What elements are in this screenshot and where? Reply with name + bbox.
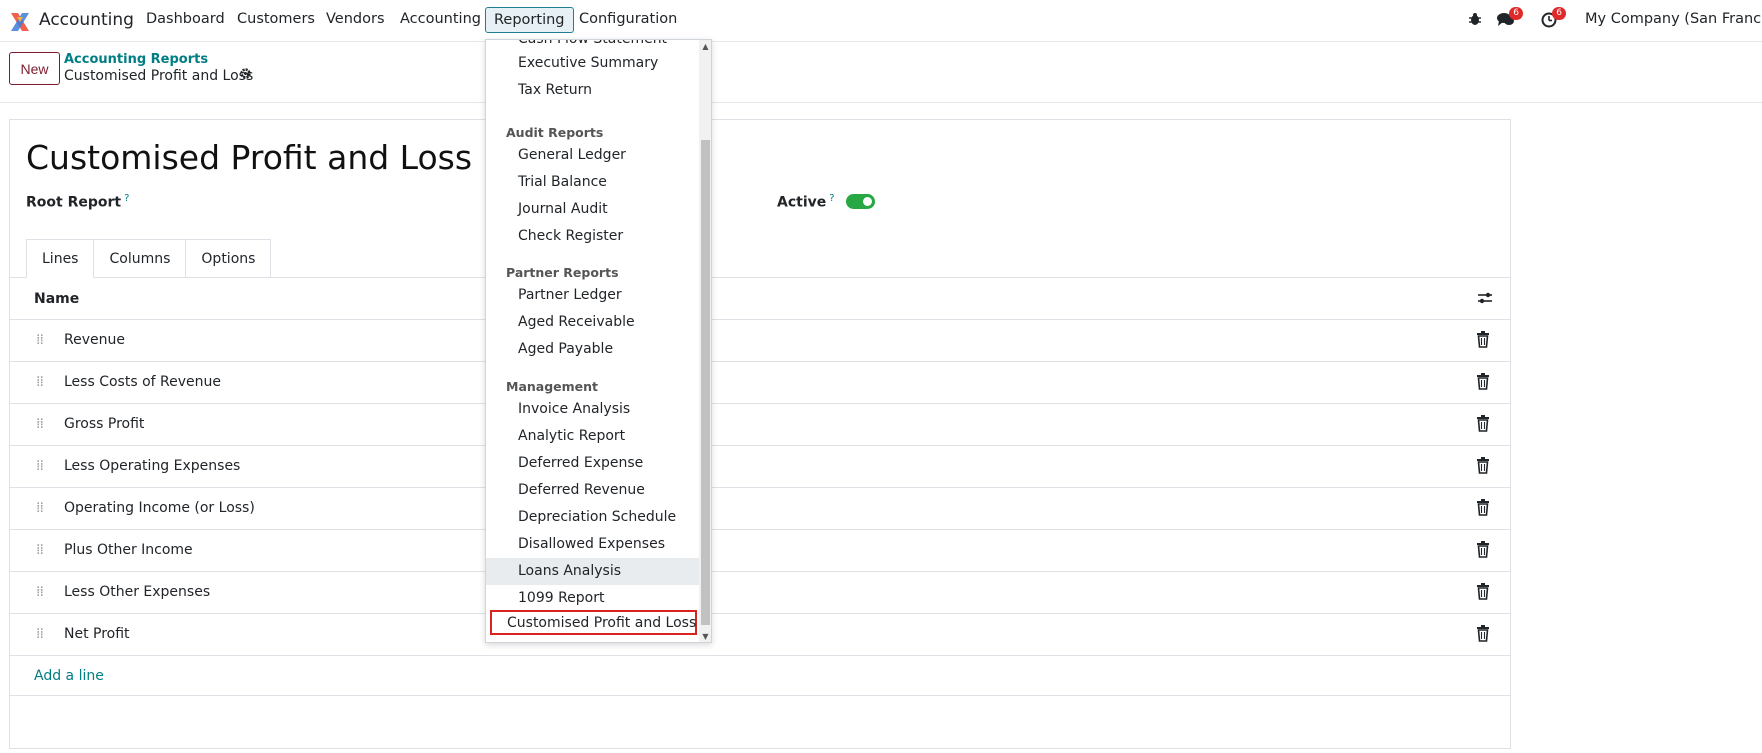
scroll-down-arrow-icon[interactable]: ▼ — [701, 632, 710, 641]
dropdown-item-1099-report[interactable]: 1099 Report — [486, 585, 699, 612]
activities-badge: 6 — [1552, 7, 1566, 20]
dropdown-item-customised-profit-and-loss[interactable]: Customised Profit and Loss — [490, 610, 697, 635]
add-line-link[interactable]: Add a line — [34, 668, 104, 684]
breadcrumb-current: Customised Profit and Loss — [64, 68, 254, 84]
dropdown-item-depreciation-schedule[interactable]: Depreciation Schedule — [486, 504, 699, 531]
scroll-up-arrow-icon[interactable]: ▲ — [701, 42, 710, 51]
active-label: Active? — [777, 193, 835, 211]
menu-reporting[interactable]: Reporting — [485, 7, 574, 33]
delete-trash-icon[interactable] — [1476, 373, 1490, 390]
notebook-tabs: Lines Columns Options — [26, 239, 272, 278]
dropdown-item-disallowed-expenses[interactable]: Disallowed Expenses — [486, 531, 699, 558]
line-name[interactable]: Plus Other Income — [64, 542, 193, 558]
line-name[interactable]: Net Profit — [64, 626, 130, 642]
table-row[interactable]: ⁞⁞ Revenue — [10, 320, 1510, 362]
dropdown-section-title: Partner Reports — [506, 265, 619, 280]
company-switcher[interactable]: My Company (San Francisco) — [1585, 11, 1762, 27]
app-name[interactable]: Accounting — [39, 10, 134, 30]
new-button[interactable]: New — [9, 52, 60, 85]
column-header-name[interactable]: Name — [34, 291, 79, 307]
tab-options[interactable]: Options — [185, 239, 272, 278]
messages-badge: 6 — [1509, 7, 1523, 20]
dropdown-item-analytic-report[interactable]: Analytic Report — [486, 423, 699, 450]
dropdown-item-loans-analysis[interactable]: Loans Analysis — [486, 558, 699, 585]
table-row[interactable]: ⁞⁞ Gross Profit — [10, 404, 1510, 446]
drag-handle-icon[interactable]: ⁞⁞ — [36, 584, 44, 600]
dropdown-item-executive-summary[interactable]: Executive Summary — [486, 50, 699, 77]
dropdown-item-invoice-analysis[interactable]: Invoice Analysis — [486, 396, 699, 423]
active-label-text: Active — [777, 194, 827, 211]
dropdown-item-partner-ledger[interactable]: Partner Ledger — [486, 282, 699, 309]
list-header: Name — [10, 278, 1510, 320]
debug-bug-icon[interactable] — [1468, 12, 1482, 30]
accounting-app-icon[interactable] — [9, 11, 31, 33]
line-name[interactable]: Operating Income (or Loss) — [64, 500, 255, 516]
table-row[interactable]: ⁞⁞ Less Operating Expenses — [10, 446, 1510, 488]
reporting-dropdown: Cash Flow Statement Executive Summary Ta… — [485, 39, 712, 643]
root-report-label-text: Root Report — [26, 194, 122, 211]
dropdown-item-deferred-expense[interactable]: Deferred Expense — [486, 450, 699, 477]
line-name[interactable]: Less Operating Expenses — [64, 458, 240, 474]
dropdown-item-trial-balance[interactable]: Trial Balance — [486, 169, 699, 196]
optional-columns-icon[interactable] — [1477, 291, 1493, 309]
delete-trash-icon[interactable] — [1476, 415, 1490, 432]
dropdown-scrollbar[interactable]: ▲ ▼ — [699, 40, 711, 642]
tab-columns[interactable]: Columns — [93, 239, 187, 278]
drag-handle-icon[interactable]: ⁞⁞ — [36, 626, 44, 642]
gear-icon[interactable] — [239, 67, 252, 84]
menu-configuration[interactable]: Configuration — [579, 11, 677, 27]
line-name[interactable]: Revenue — [64, 332, 125, 348]
tab-lines[interactable]: Lines — [26, 239, 95, 278]
dropdown-section-title: Management — [506, 379, 599, 394]
dropdown-item-deferred-revenue[interactable]: Deferred Revenue — [486, 477, 699, 504]
delete-trash-icon[interactable] — [1476, 583, 1490, 600]
control-panel-divider — [0, 102, 1762, 103]
dropdown-item-check-register[interactable]: Check Register — [486, 223, 699, 250]
dropdown-item-aged-receivable[interactable]: Aged Receivable — [486, 309, 699, 336]
messages-icon[interactable]: 6 — [1497, 7, 1523, 31]
drag-handle-icon[interactable]: ⁞⁞ — [36, 458, 44, 474]
menu-accounting[interactable]: Accounting — [400, 11, 481, 27]
line-name[interactable]: Gross Profit — [64, 416, 144, 432]
report-title[interactable]: Customised Profit and Loss — [26, 138, 472, 177]
active-toggle[interactable] — [846, 194, 875, 209]
line-name[interactable]: Less Other Expenses — [64, 584, 210, 600]
dropdown-section-title: Audit Reports — [506, 125, 604, 140]
dropdown-item-journal-audit[interactable]: Journal Audit — [486, 196, 699, 223]
delete-trash-icon[interactable] — [1476, 457, 1490, 474]
table-row[interactable]: ⁞⁞ Plus Other Income — [10, 530, 1510, 572]
list-bottom-divider — [10, 695, 1510, 696]
delete-trash-icon[interactable] — [1476, 625, 1490, 642]
root-report-label: Root Report? — [26, 193, 129, 211]
scrollbar-thumb[interactable] — [701, 140, 710, 625]
delete-trash-icon[interactable] — [1476, 541, 1490, 558]
table-row[interactable]: ⁞⁞ Operating Income (or Loss) — [10, 488, 1510, 530]
table-row[interactable]: ⁞⁞ Less Costs of Revenue — [10, 362, 1510, 404]
breadcrumb-accounting-reports[interactable]: Accounting Reports — [64, 52, 208, 67]
dropdown-item-aged-payable[interactable]: Aged Payable — [486, 336, 699, 363]
drag-handle-icon[interactable]: ⁞⁞ — [36, 500, 44, 516]
dropdown-item-general-ledger[interactable]: General Ledger — [486, 142, 699, 169]
delete-trash-icon[interactable] — [1476, 499, 1490, 516]
drag-handle-icon[interactable]: ⁞⁞ — [36, 416, 44, 432]
table-row[interactable]: ⁞⁞ Net Profit — [10, 614, 1510, 656]
line-name[interactable]: Less Costs of Revenue — [64, 374, 221, 390]
form-sheet: Customised Profit and Loss Root Report? … — [9, 119, 1511, 749]
drag-handle-icon[interactable]: ⁞⁞ — [36, 332, 44, 348]
drag-handle-icon[interactable]: ⁞⁞ — [36, 542, 44, 558]
menu-dashboard[interactable]: Dashboard — [146, 11, 225, 27]
menu-vendors[interactable]: Vendors — [326, 11, 385, 27]
delete-trash-icon[interactable] — [1476, 331, 1490, 348]
table-row[interactable]: ⁞⁞ Less Other Expenses — [10, 572, 1510, 614]
drag-handle-icon[interactable]: ⁞⁞ — [36, 374, 44, 390]
help-tooltip-icon[interactable]: ? — [124, 193, 129, 204]
top-navbar: Accounting Dashboard Customers Vendors A… — [0, 0, 1762, 42]
help-tooltip-icon[interactable]: ? — [829, 193, 834, 204]
dropdown-item-tax-return[interactable]: Tax Return — [486, 77, 699, 104]
activities-clock-icon[interactable]: 6 — [1541, 7, 1566, 32]
menu-customers[interactable]: Customers — [237, 11, 315, 27]
